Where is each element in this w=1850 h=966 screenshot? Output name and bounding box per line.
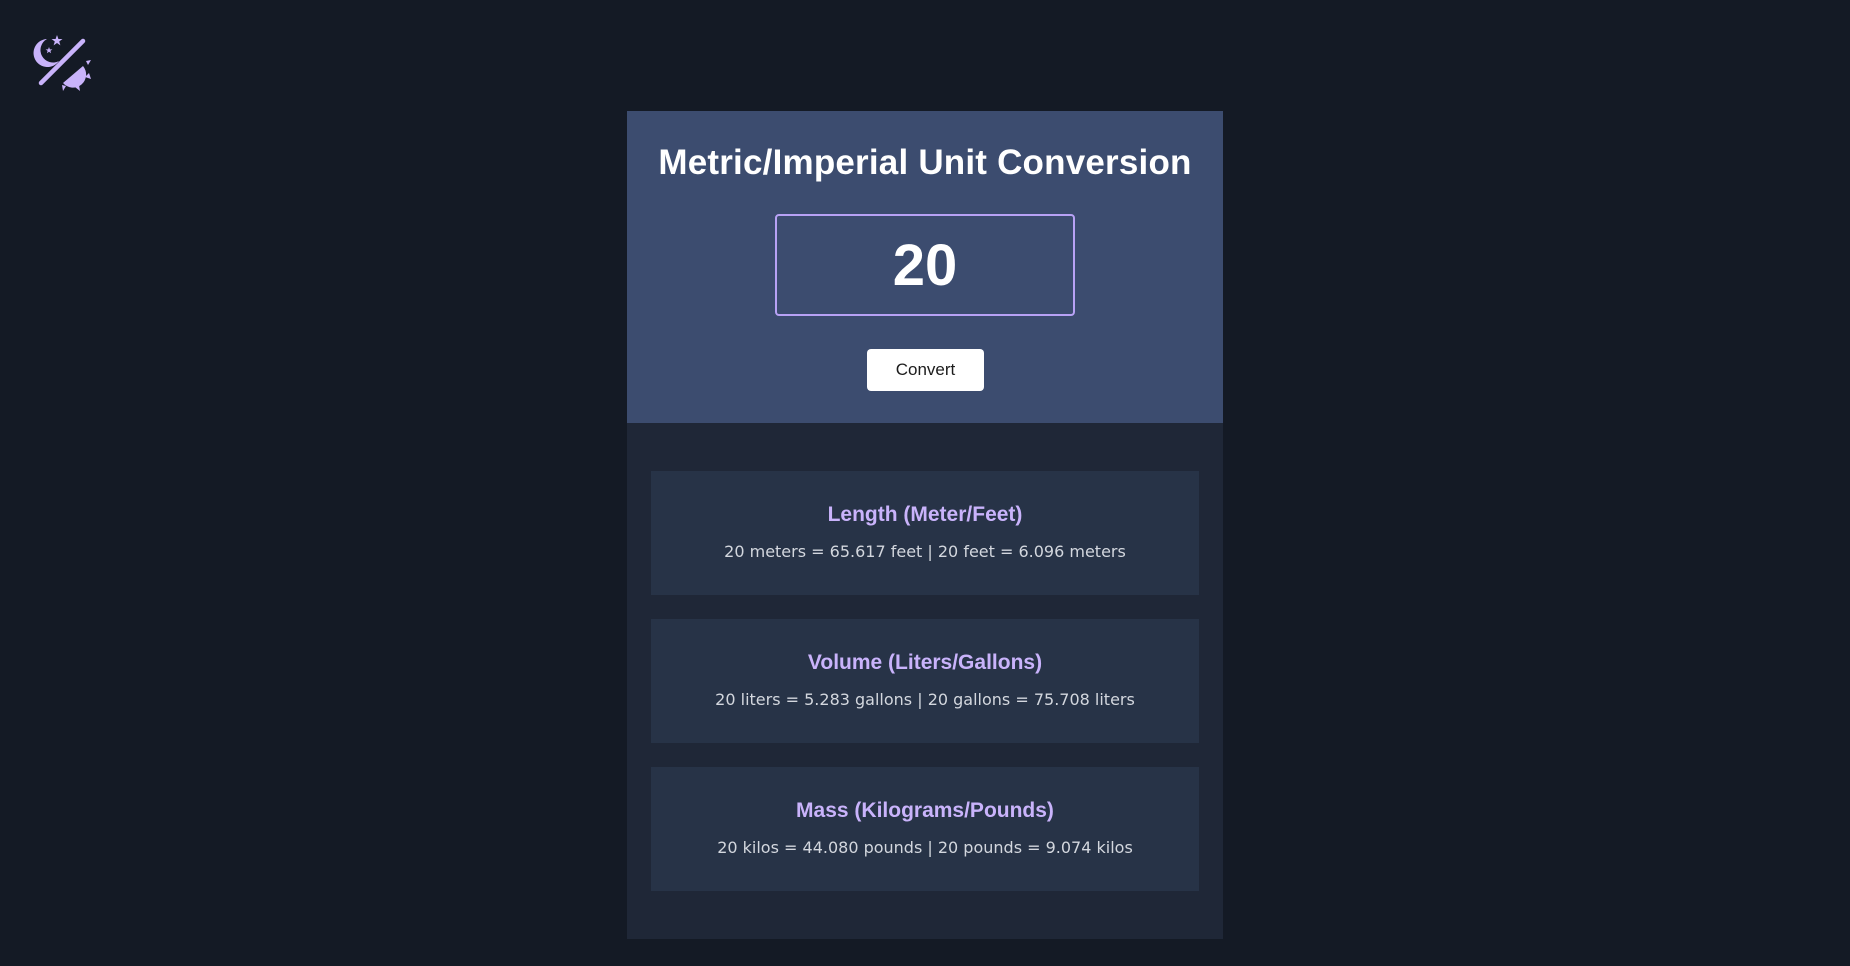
mass-card-title: Mass (Kilograms/Pounds): [796, 799, 1054, 822]
length-card-title: Length (Meter/Feet): [827, 503, 1023, 526]
converter-panel: Metric/Imperial Unit Conversion Convert …: [627, 111, 1223, 939]
mass-card: Mass (Kilograms/Pounds) 20 kilos = 44.08…: [651, 767, 1199, 891]
volume-card: Volume (Liters/Gallons) 20 liters = 5.28…: [651, 619, 1199, 743]
length-card: Length (Meter/Feet) 20 meters = 65.617 f…: [651, 471, 1199, 595]
convert-button[interactable]: Convert: [867, 349, 984, 391]
volume-card-result: 20 liters = 5.283 gallons | 20 gallons =…: [715, 690, 1135, 709]
number-input[interactable]: [775, 214, 1075, 316]
mass-card-result: 20 kilos = 44.080 pounds | 20 pounds = 9…: [717, 838, 1133, 857]
results-section: Length (Meter/Feet) 20 meters = 65.617 f…: [627, 423, 1223, 891]
converter-header: Metric/Imperial Unit Conversion Convert: [627, 111, 1223, 423]
page-title: Metric/Imperial Unit Conversion: [658, 143, 1192, 182]
moon-sun-icon: [33, 35, 91, 91]
theme-toggle-button[interactable]: [33, 33, 91, 91]
volume-card-title: Volume (Liters/Gallons): [807, 651, 1043, 674]
length-card-result: 20 meters = 65.617 feet | 20 feet = 6.09…: [724, 542, 1126, 561]
